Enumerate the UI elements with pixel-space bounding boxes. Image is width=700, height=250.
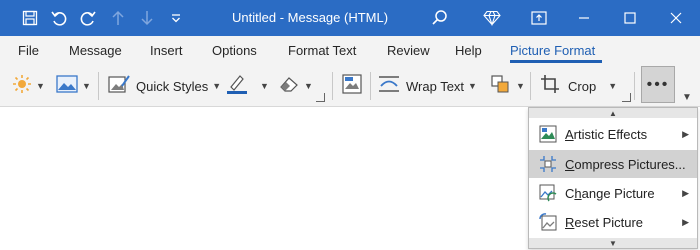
customize-icon[interactable] bbox=[166, 8, 186, 28]
chevron-down-icon: ▼ bbox=[304, 81, 313, 91]
picture-border-button[interactable]: ▼ bbox=[226, 74, 269, 98]
wrap-text-icon bbox=[378, 75, 400, 98]
compress-pictures-icon bbox=[539, 155, 557, 173]
quick-styles-icon bbox=[108, 74, 130, 99]
picture-color-icon bbox=[56, 74, 78, 98]
arrange-icon bbox=[490, 74, 512, 99]
alt-text-button[interactable] bbox=[342, 73, 362, 99]
active-tab-indicator bbox=[510, 60, 602, 63]
search-icon[interactable] bbox=[430, 8, 450, 28]
dialog-launcher-icon[interactable] bbox=[622, 93, 631, 102]
chevron-down-icon: ▼ bbox=[82, 81, 91, 91]
overflow-menu: ▲ Artistic Effects ▶ Compress Pictures..… bbox=[528, 107, 698, 249]
arrange-button[interactable]: ▼ bbox=[490, 74, 525, 98]
crop-label: Crop bbox=[568, 78, 597, 94]
crop-icon bbox=[540, 74, 560, 99]
submenu-arrow-icon: ▶ bbox=[682, 216, 689, 227]
redo-icon[interactable] bbox=[78, 8, 98, 28]
crop-button[interactable]: Crop ▼ bbox=[540, 74, 617, 98]
pen-color-icon bbox=[226, 73, 248, 100]
tab-review[interactable]: Review bbox=[387, 43, 430, 58]
brightness-icon bbox=[12, 74, 32, 99]
artistic-effects-icon bbox=[539, 125, 557, 143]
tab-insert[interactable]: Insert bbox=[150, 43, 183, 58]
submenu-arrow-icon: ▶ bbox=[682, 187, 689, 198]
chevron-down-icon: ▼ bbox=[468, 81, 477, 91]
quick-styles-label: Quick Styles bbox=[136, 78, 209, 94]
window-title: Untitled - Message (HTML) bbox=[232, 10, 389, 25]
chevron-down-icon: ▼ bbox=[516, 81, 525, 91]
dialog-launcher-icon[interactable] bbox=[316, 93, 325, 102]
chevron-down-icon: ▼ bbox=[260, 81, 269, 91]
chevron-down-icon: ▼ bbox=[212, 81, 222, 91]
up-arrow-icon[interactable] bbox=[108, 8, 128, 28]
picture-effects-button[interactable]: ▼ bbox=[278, 74, 313, 98]
change-picture-icon bbox=[539, 184, 557, 202]
wrap-text-label: Wrap Text bbox=[406, 78, 465, 94]
menu-scroll-up-button[interactable]: ▲ bbox=[529, 108, 697, 118]
collapse-ribbon-icon[interactable]: ▼ bbox=[682, 92, 692, 103]
more-options-button[interactable]: ••• bbox=[641, 66, 675, 103]
down-arrow-icon[interactable] bbox=[137, 8, 157, 28]
minimize-icon[interactable] bbox=[574, 8, 594, 28]
save-icon[interactable] bbox=[20, 8, 40, 28]
ribbon-separator bbox=[370, 72, 371, 100]
close-icon[interactable] bbox=[666, 8, 686, 28]
tab-options[interactable]: Options bbox=[212, 43, 257, 58]
chevron-down-icon: ▼ bbox=[36, 81, 45, 91]
alt-text-icon bbox=[342, 73, 362, 99]
tab-picture-format[interactable]: Picture Format bbox=[510, 43, 595, 58]
eraser-icon bbox=[278, 74, 300, 99]
quick-styles-button[interactable]: Quick Styles ▼ bbox=[108, 74, 221, 98]
corrections-button[interactable]: ▼ bbox=[12, 74, 45, 98]
tab-help[interactable]: Help bbox=[455, 43, 482, 58]
menu-item-reset-picture[interactable]: Reset Picture ▶ bbox=[529, 208, 697, 236]
restore-ribbon-icon[interactable] bbox=[529, 8, 549, 28]
color-button[interactable]: ▼ bbox=[56, 74, 91, 98]
ribbon-separator bbox=[634, 72, 635, 100]
reset-picture-icon bbox=[539, 213, 557, 231]
menu-item-label: Reset Picture bbox=[565, 214, 644, 230]
menu-item-label: Change Picture bbox=[565, 185, 655, 201]
menu-item-artistic-effects[interactable]: Artistic Effects ▶ bbox=[529, 120, 697, 148]
menu-item-change-picture[interactable]: Change Picture ▶ bbox=[529, 179, 697, 207]
undo-icon[interactable] bbox=[49, 8, 69, 28]
submenu-arrow-icon: ▶ bbox=[682, 128, 689, 139]
menu-item-compress-pictures[interactable]: Compress Pictures... bbox=[529, 150, 697, 178]
chevron-down-icon: ▼ bbox=[608, 81, 618, 91]
menu-scroll-down-button[interactable]: ▼ bbox=[529, 238, 697, 248]
tab-file[interactable]: File bbox=[18, 43, 39, 58]
wrap-text-button[interactable]: Wrap Text ▼ bbox=[378, 74, 477, 98]
ribbon: ▼ ▼ Quick Styles ▼ ▼ ▼ Wrap Text ▼ ▼ Cro… bbox=[0, 66, 700, 107]
ribbon-separator bbox=[98, 72, 99, 100]
tab-format-text[interactable]: Format Text bbox=[288, 43, 356, 58]
diamond-icon[interactable] bbox=[482, 8, 502, 28]
ribbon-separator bbox=[332, 72, 333, 100]
title-bar: Untitled - Message (HTML) bbox=[0, 0, 700, 36]
menu-item-label: Artistic Effects bbox=[565, 126, 648, 142]
ribbon-separator bbox=[530, 72, 531, 100]
menu-item-label: Compress Pictures... bbox=[565, 156, 686, 172]
maximize-icon[interactable] bbox=[620, 8, 640, 28]
tab-message[interactable]: Message bbox=[69, 43, 122, 58]
